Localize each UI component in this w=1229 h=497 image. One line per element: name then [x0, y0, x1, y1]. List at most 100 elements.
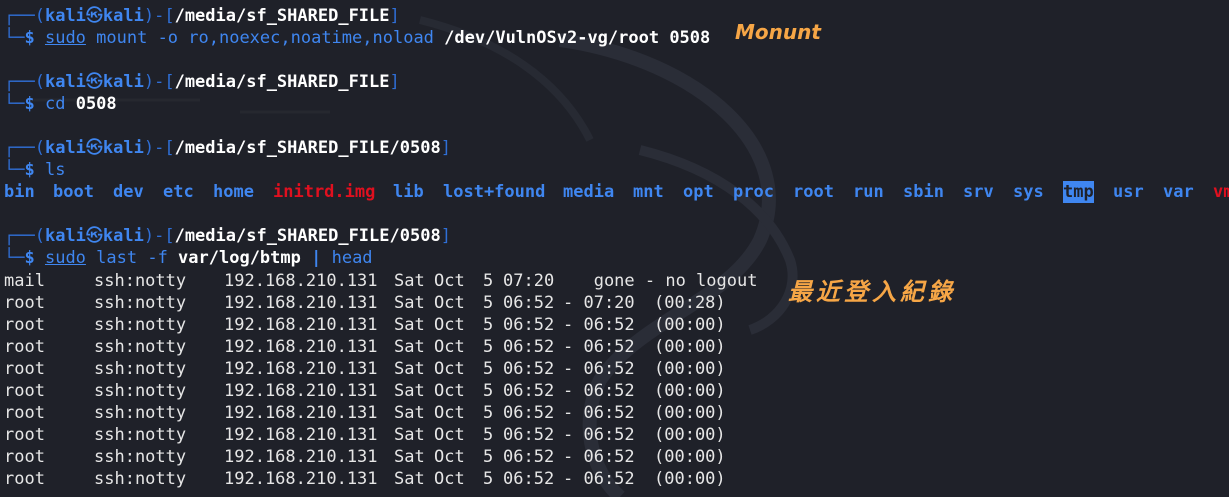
ls-entry-lib: lib [393, 182, 424, 202]
login-dur: (00:00) [654, 447, 726, 467]
mount-annotation: Monunt [735, 20, 821, 44]
command-line: └─$ sudo last -f var/log/btmp | head [4, 247, 373, 269]
prompt-frame: ┌──( [4, 138, 45, 158]
login-tty: ssh:notty [94, 315, 187, 335]
login-day: Sat [394, 271, 425, 291]
login-end: - 06:52 [563, 359, 635, 379]
login-time: 06:52 [503, 315, 555, 335]
login-month: Oct [434, 337, 465, 357]
prompt-dollar: $ [24, 248, 45, 268]
login-time: 06:52 [503, 359, 555, 379]
login-month: Oct [434, 469, 465, 489]
login-date: 5 [483, 293, 494, 313]
login-date: 5 [483, 271, 494, 291]
login-ip: 192.168.210.131 [224, 271, 378, 291]
prompt-user: kali [44, 138, 86, 158]
prompt-frame: ] [389, 72, 400, 92]
prompt-frame: ┌──( [4, 226, 45, 246]
ls-entry-home: home [213, 182, 254, 202]
login-user: root [4, 337, 45, 357]
login-user: root [4, 359, 45, 379]
ls-entry-srv: srv [963, 182, 994, 202]
prompt-dollar: $ [24, 160, 45, 180]
prompt-frame: ] [440, 138, 451, 158]
prompt-frame: )-[ [143, 138, 175, 158]
login-time: 06:52 [503, 403, 555, 423]
login-dur: (00:00) [654, 469, 726, 489]
prompt-at-icon: ㉿ [85, 138, 103, 158]
command-line: └─$ ls [4, 159, 65, 181]
login-tty: ssh:notty [94, 293, 187, 313]
terminal-window[interactable]: ┌──(kali㉿kali)-[/media/sf_SHARED_FILE] └─… [0, 0, 1229, 497]
prompt-at-icon: ㉿ [85, 6, 103, 26]
ls-entry-lost-found: lost+found [443, 182, 546, 202]
login-user: root [4, 469, 45, 489]
login-month: Oct [434, 315, 465, 335]
login-user: root [4, 425, 45, 445]
login-day: Sat [394, 337, 425, 357]
login-ip: 192.168.210.131 [224, 381, 378, 401]
login-end: - 06:52 [563, 469, 635, 489]
login-date: 5 [483, 337, 494, 357]
command-pipe: | [300, 248, 332, 268]
prompt-host: kali [102, 6, 144, 26]
login-user: root [4, 447, 45, 467]
login-tty: ssh:notty [94, 381, 187, 401]
ls-entry-initrd-img: initrd.img [273, 182, 376, 202]
prompt-frame: )-[ [143, 226, 175, 246]
login-end: - 06:52 [563, 315, 635, 335]
prompt-frame: ┌──( [4, 72, 45, 92]
ls-entry-etc: etc [163, 182, 194, 202]
ls-entry-root: root [793, 182, 834, 202]
command-target: var/log/btmp [178, 248, 301, 268]
prompt-user: kali [44, 6, 86, 26]
login-dur: (00:00) [654, 425, 726, 445]
login-dur: (00:00) [654, 403, 726, 423]
login-dur: (00:00) [654, 337, 726, 357]
ls-entry-dev: dev [113, 182, 144, 202]
login-dur: (00:00) [654, 381, 726, 401]
ls-entry-media: media [563, 182, 615, 202]
login-month: Oct [434, 403, 465, 423]
login-end: - 06:52 [563, 447, 635, 467]
login-month: Oct [434, 447, 465, 467]
ls-entry-opt: opt [683, 182, 714, 202]
prompt-host: kali [102, 72, 144, 92]
login-ip: 192.168.210.131 [224, 447, 378, 467]
prompt-header-line: ┌──(kali㉿kali)-[/media/sf_SHARED_FILE] [4, 71, 400, 93]
ls-entry-bin: bin [4, 182, 35, 202]
prompt-dollar: $ [24, 28, 45, 48]
login-day: Sat [394, 359, 425, 379]
login-date: 5 [483, 469, 494, 489]
login-ip: 192.168.210.131 [224, 359, 378, 379]
ls-entry-sbin: sbin [903, 182, 944, 202]
prompt-at-icon: ㉿ [85, 72, 103, 92]
login-end: - 06:52 [563, 381, 635, 401]
ls-entry-usr: usr [1113, 182, 1144, 202]
login-time: 07:20 [503, 271, 555, 291]
command-args: mount -o ro,noexec,noatime,noload [85, 28, 445, 48]
prompt-header-line: ┌──(kali㉿kali)-[/media/sf_SHARED_FILE/05… [4, 225, 451, 247]
ls-entry-boot: boot [53, 182, 94, 202]
command-name: sudo [44, 28, 86, 48]
ls-entry-sys: sys [1013, 182, 1044, 202]
command-name: sudo [44, 248, 86, 268]
prompt-frame: ] [440, 226, 451, 246]
login-user: root [4, 403, 45, 423]
command-target: 0508 [75, 94, 117, 114]
login-time: 06:52 [503, 469, 555, 489]
login-date: 5 [483, 447, 494, 467]
login-day: Sat [394, 381, 425, 401]
login-user: root [4, 315, 45, 335]
login-ip: 192.168.210.131 [224, 425, 378, 445]
command-line: └─$ cd 0508 [4, 93, 117, 115]
login-date: 5 [483, 425, 494, 445]
prompt-dollar: $ [24, 94, 45, 114]
prompt-frame: )-[ [143, 6, 175, 26]
login-user: mail [4, 271, 45, 291]
login-month: Oct [434, 381, 465, 401]
login-tty: ssh:notty [94, 337, 187, 357]
login-month: Oct [434, 293, 465, 313]
prompt-frame: └─ [4, 160, 25, 180]
command-piped: head [331, 248, 373, 268]
